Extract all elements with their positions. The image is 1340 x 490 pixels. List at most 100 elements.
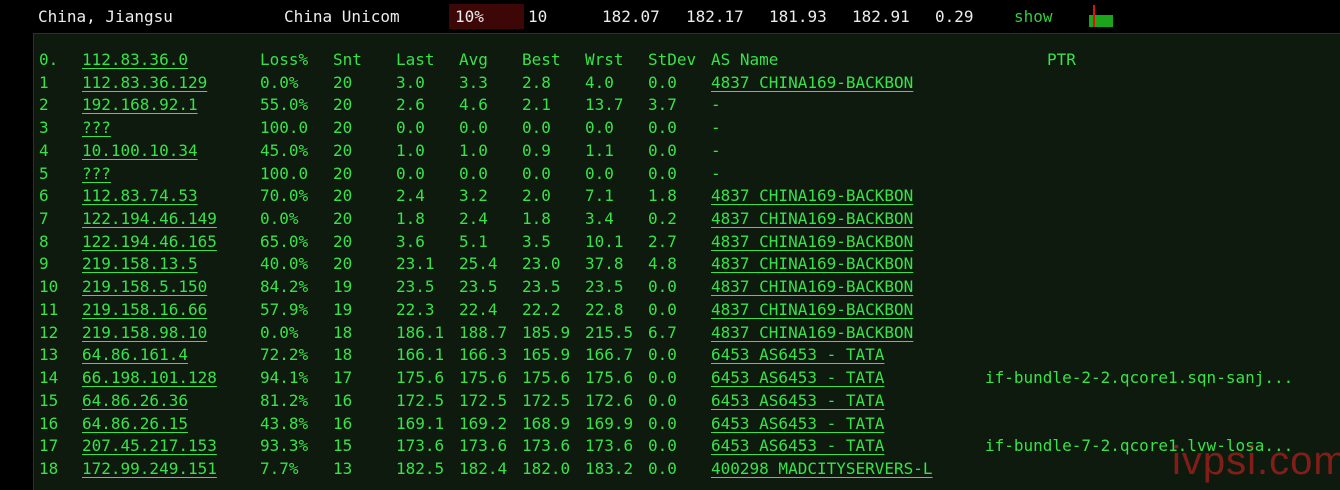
row-5-stdev: 0.0 (648, 163, 677, 183)
row-15-avg: 172.5 (459, 390, 508, 410)
row-6-host[interactable]: 112.83.74.53 (82, 185, 198, 207)
row-3-host[interactable]: ??? (82, 117, 111, 139)
row-2-stdev: 3.7 (648, 95, 677, 115)
row-7-avg: 2.4 (459, 209, 488, 229)
row-9-hop: 9 (39, 254, 49, 274)
row-14-snt: 17 (333, 368, 353, 388)
row-5-host[interactable]: ??? (82, 163, 111, 185)
row-12-wrst: 215.5 (585, 322, 634, 342)
row-16-asname[interactable]: 6453 AS6453 - TATA (711, 413, 884, 435)
row-2-hop: 2 (39, 95, 49, 115)
row-8-avg: 5.1 (459, 231, 488, 251)
summary-worst: 182.91 (852, 7, 910, 26)
row-13-host[interactable]: 64.86.161.4 (82, 344, 188, 366)
row-7-best: 1.8 (522, 209, 551, 229)
row-12-last: 186.1 (396, 322, 445, 342)
row-4-host[interactable]: 10.100.10.34 (82, 140, 198, 162)
row-9-loss: 40.0% (260, 254, 309, 274)
row-13-best: 165.9 (522, 345, 571, 365)
row-10-snt: 19 (333, 277, 353, 297)
header-ptr: PTR (1047, 50, 1076, 69)
row-10-last: 23.5 (396, 277, 435, 297)
summary-isp: China Unicom (284, 7, 400, 26)
traceroute-panel: 0. 112.83.36.0 Loss% Snt Last Avg Best Wrst StDe… (33, 33, 1340, 490)
row-17-loss: 93.3% (260, 436, 309, 456)
row-13-loss: 72.2% (260, 345, 309, 365)
row-12-avg: 188.7 (459, 322, 508, 342)
show-link[interactable]: show (1014, 6, 1053, 28)
row-3-loss: 100.0 (260, 118, 309, 138)
row-12-asname[interactable]: 4837 CHINA169-BACKBON (711, 322, 913, 344)
row-17-asname[interactable]: 6453 AS6453 - TATA (711, 435, 884, 457)
watermark: ivpsi.com (1172, 439, 1340, 483)
row-2-host[interactable]: 192.168.92.1 (82, 94, 198, 116)
row-1-asname[interactable]: 4837 CHINA169-BACKBON (711, 72, 913, 94)
row-16-wrst: 169.9 (585, 413, 634, 433)
row-13-asname[interactable]: 6453 AS6453 - TATA (711, 344, 884, 366)
row-17-snt: 15 (333, 436, 353, 456)
row-18-host[interactable]: 172.99.249.151 (82, 458, 217, 480)
row-1-host[interactable]: 112.83.36.129 (82, 72, 207, 94)
row-1-best: 2.8 (522, 72, 551, 92)
header-avg: Avg (459, 50, 488, 69)
row-14-loss: 94.1% (260, 368, 309, 388)
row-9-last: 23.1 (396, 254, 435, 274)
row-5-last: 0.0 (396, 163, 425, 183)
row-4-last: 1.0 (396, 140, 425, 160)
row-6-stdev: 1.8 (648, 186, 677, 206)
header-hop: 0. (39, 50, 59, 69)
row-12-host[interactable]: 219.158.98.10 (82, 322, 207, 344)
row-14-asname[interactable]: 6453 AS6453 - TATA (711, 367, 884, 389)
row-10-host[interactable]: 219.158.5.150 (82, 276, 207, 298)
row-7-snt: 20 (333, 209, 353, 229)
row-14-best: 175.6 (522, 368, 571, 388)
row-15-asname[interactable]: 6453 AS6453 - TATA (711, 390, 884, 412)
header-host[interactable]: 112.83.36.0 (82, 49, 188, 71)
row-4-loss: 45.0% (260, 140, 309, 160)
header-wrst: Wrst (585, 50, 624, 69)
row-5-asname: - (711, 163, 721, 183)
row-10-avg: 23.5 (459, 277, 498, 297)
summary-best: 181.93 (769, 7, 827, 26)
row-1-loss: 0.0% (260, 72, 299, 92)
row-8-host[interactable]: 122.194.46.165 (82, 231, 217, 253)
row-11-snt: 19 (333, 299, 353, 319)
row-10-stdev: 0.0 (648, 277, 677, 297)
row-6-asname[interactable]: 4837 CHINA169-BACKBON (711, 185, 913, 207)
row-14-host[interactable]: 66.198.101.128 (82, 367, 217, 389)
row-17-last: 173.6 (396, 436, 445, 456)
row-8-last: 3.6 (396, 231, 425, 251)
row-18-loss: 7.7% (260, 458, 299, 478)
row-11-asname[interactable]: 4837 CHINA169-BACKBON (711, 299, 913, 321)
row-9-avg: 25.4 (459, 254, 498, 274)
row-13-last: 166.1 (396, 345, 445, 365)
row-11-host[interactable]: 219.158.16.66 (82, 299, 207, 321)
row-3-best: 0.0 (522, 118, 551, 138)
row-16-host[interactable]: 64.86.26.15 (82, 413, 188, 435)
row-9-host[interactable]: 219.158.13.5 (82, 253, 198, 275)
row-7-stdev: 0.2 (648, 209, 677, 229)
row-8-asname[interactable]: 4837 CHINA169-BACKBON (711, 231, 913, 253)
row-14-wrst: 175.6 (585, 368, 634, 388)
row-15-loss: 81.2% (260, 390, 309, 410)
row-4-stdev: 0.0 (648, 140, 677, 160)
row-11-hop: 11 (39, 299, 59, 319)
summary-sent: 10 (528, 7, 548, 26)
header-asname: AS Name (711, 50, 779, 69)
row-4-avg: 1.0 (459, 140, 488, 160)
row-10-asname[interactable]: 4837 CHINA169-BACKBON (711, 276, 913, 298)
row-7-loss: 0.0% (260, 209, 299, 229)
row-7-host[interactable]: 122.194.46.149 (82, 208, 217, 230)
row-9-asname[interactable]: 4837 CHINA169-BACKBON (711, 253, 913, 275)
row-18-snt: 13 (333, 458, 353, 478)
row-14-last: 175.6 (396, 368, 445, 388)
row-9-stdev: 4.8 (648, 254, 677, 274)
row-1-hop: 1 (39, 72, 49, 92)
row-7-asname[interactable]: 4837 CHINA169-BACKBON (711, 208, 913, 230)
row-18-asname[interactable]: 400298 MADCITYSERVERS-L (711, 458, 933, 480)
row-15-host[interactable]: 64.86.26.36 (82, 390, 188, 412)
row-17-host[interactable]: 207.45.217.153 (82, 435, 217, 457)
header-best: Best (522, 50, 561, 69)
row-6-loss: 70.0% (260, 186, 309, 206)
row-14-ptr: if-bundle-2-2.qcore1.sqn-sanj... (985, 368, 1294, 388)
